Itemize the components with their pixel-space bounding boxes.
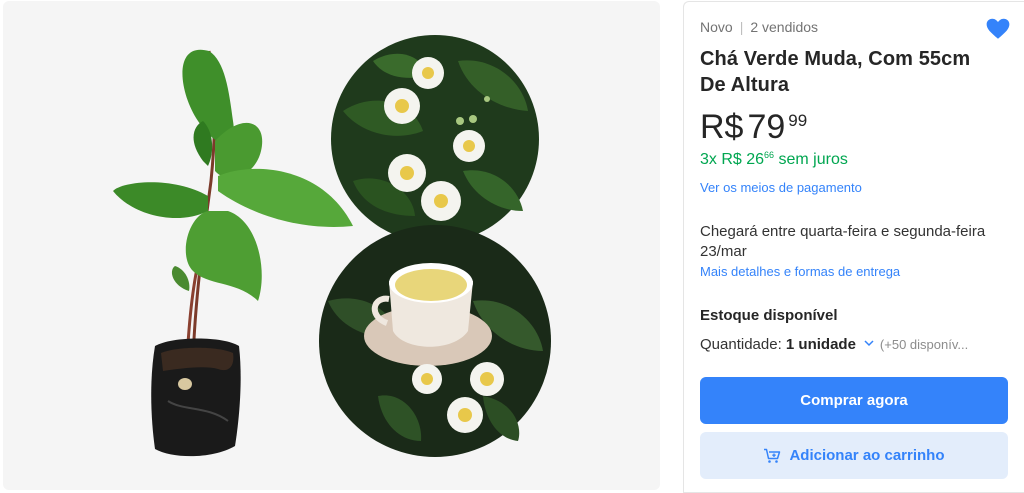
quantity-value: 1 unidade bbox=[785, 336, 856, 353]
tea-plant-photo bbox=[113, 35, 551, 457]
quantity-selector[interactable]: Quantidade: 1 unidade (+50 disponív... bbox=[700, 336, 968, 353]
payment-methods-link[interactable]: Ver os meios de pagamento bbox=[700, 180, 862, 195]
price-currency: R$ bbox=[700, 108, 744, 146]
add-to-cart-label: Adicionar ao carrinho bbox=[789, 447, 945, 464]
add-to-cart-button[interactable]: Adicionar ao carrinho bbox=[700, 432, 1008, 479]
price-integer: 79 bbox=[747, 108, 786, 146]
stock-heading: Estoque disponível bbox=[700, 307, 838, 324]
condition-label: Novo bbox=[700, 19, 733, 35]
price-cents: 99 bbox=[788, 111, 808, 130]
buy-now-button[interactable]: Comprar agora bbox=[700, 377, 1008, 424]
chevron-down-icon bbox=[864, 340, 874, 346]
cart-icon bbox=[764, 448, 781, 463]
product-meta: Novo | 2 vendidos bbox=[700, 19, 818, 35]
installment-prefix: 3x R$ 26 bbox=[700, 151, 765, 168]
quantity-label: Quantidade: bbox=[700, 336, 786, 353]
sold-count: 2 vendidos bbox=[750, 19, 819, 35]
buy-now-label: Comprar agora bbox=[800, 392, 908, 409]
price: R$ 79 99 bbox=[700, 108, 807, 147]
delivery-details-link[interactable]: Mais detalhes e formas de entrega bbox=[700, 264, 900, 279]
available-count: (+50 disponív... bbox=[879, 337, 969, 352]
product-title: Chá Verde Muda, Com 55cm De Altura bbox=[700, 48, 971, 96]
installment-suffix: sem juros bbox=[774, 151, 848, 168]
buy-box: Novo | 2 vendidos Chá Verde Muda, Com 55cm… bbox=[683, 1, 1024, 493]
product-image[interactable] bbox=[3, 1, 660, 490]
delivery-estimate: Chegará entre quarta-feira e segunda-fei… bbox=[700, 223, 986, 260]
meta-separator: | bbox=[739, 19, 744, 35]
heart-icon[interactable] bbox=[985, 16, 1011, 42]
installment-cents: 66 bbox=[764, 150, 775, 160]
product-page: Novo | 2 vendidos Chá Verde Muda, Com 55cm… bbox=[0, 0, 1024, 493]
installments: 3x R$ 2666 sem juros bbox=[700, 150, 848, 169]
